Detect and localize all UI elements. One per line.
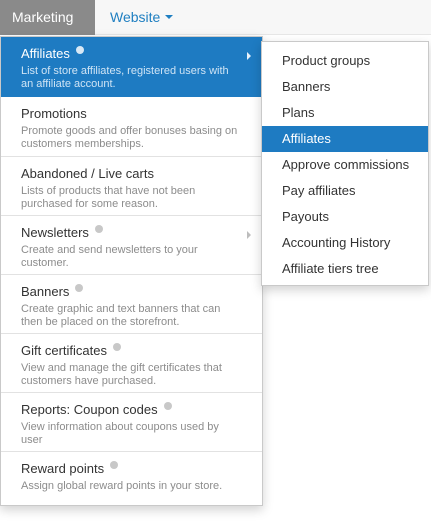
chevron-right-icon	[247, 52, 251, 60]
submenu-item-banners[interactable]: Banners	[262, 74, 428, 100]
chevron-down-icon	[165, 15, 174, 20]
submenu-item-affiliates[interactable]: Affiliates	[262, 126, 428, 152]
menu-item-promotions[interactable]: Promotions Promote goods and offer bonus…	[1, 97, 262, 157]
menu-item-title: Abandoned / Live carts	[21, 166, 154, 181]
submenu-item-pay-affiliates[interactable]: Pay affiliates	[262, 178, 428, 204]
submenu-item-approve-commissions[interactable]: Approve commissions	[262, 152, 428, 178]
marketing-dropdown-menu: Affiliates List of store affiliates, reg…	[0, 36, 263, 506]
menu-item-abandoned-carts[interactable]: Abandoned / Live carts Lists of products…	[1, 157, 262, 216]
menu-item-description: Lists of products that have not been pur…	[21, 185, 196, 210]
menu-item-description: List of store affiliates, registered use…	[21, 65, 229, 90]
top-navigation-bar: Marketing Website	[0, 0, 431, 55]
menu-item-title: Banners	[21, 284, 70, 299]
menu-item-banners[interactable]: Banners Create graphic and text banners …	[1, 275, 262, 334]
menu-item-title: Promotions	[21, 106, 87, 121]
menu-item-description: View information about coupons used by u…	[21, 421, 219, 446]
menu-item-affiliates[interactable]: Affiliates List of store affiliates, reg…	[1, 37, 262, 97]
submenu-item-affiliate-tiers-tree[interactable]: Affiliate tiers tree	[262, 256, 428, 282]
menu-item-title: Affiliates	[21, 46, 70, 61]
submenu-item-product-groups[interactable]: Product groups	[262, 48, 428, 74]
marketing-label: Marketing	[12, 9, 74, 25]
menu-item-reward-points[interactable]: Reward points Assign global reward point…	[1, 452, 262, 505]
menu-item-description: Create and send newsletters to your cust…	[21, 244, 198, 269]
menu-item-description: View and manage the gift certificates th…	[21, 362, 222, 387]
menu-item-title: Newsletters	[21, 225, 89, 240]
submenu-item-plans[interactable]: Plans	[262, 100, 428, 126]
menu-item-description: Assign global reward points in your stor…	[21, 480, 223, 492]
menu-item-description: Promote goods and offer bonuses basing o…	[21, 125, 238, 150]
affiliates-submenu: Product groups Banners Plans Affiliates …	[261, 41, 429, 286]
website-label: Website	[110, 9, 161, 25]
marketing-menu-button[interactable]: Marketing	[0, 0, 95, 55]
submenu-item-accounting-history[interactable]: Accounting History	[262, 230, 428, 256]
info-icon	[75, 284, 84, 292]
menu-item-coupon-codes[interactable]: Reports: Coupon codes View information a…	[1, 393, 262, 452]
menu-item-gift-certificates[interactable]: Gift certificates View and manage the gi…	[1, 334, 262, 393]
menu-item-newsletters[interactable]: Newsletters Create and send newsletters …	[1, 216, 262, 275]
menu-item-description: Create graphic and text banners that can…	[21, 303, 221, 328]
menu-item-title: Gift certificates	[21, 343, 107, 358]
submenu-item-payouts[interactable]: Payouts	[262, 204, 428, 230]
info-icon	[112, 343, 121, 351]
chevron-right-icon	[247, 231, 251, 239]
menu-item-title: Reports: Coupon codes	[21, 402, 158, 417]
info-icon	[75, 46, 84, 54]
info-icon	[110, 461, 119, 469]
menu-item-title: Reward points	[21, 461, 105, 476]
website-menu-button[interactable]: Website	[98, 0, 185, 35]
info-icon	[94, 225, 103, 233]
info-icon	[163, 402, 172, 410]
